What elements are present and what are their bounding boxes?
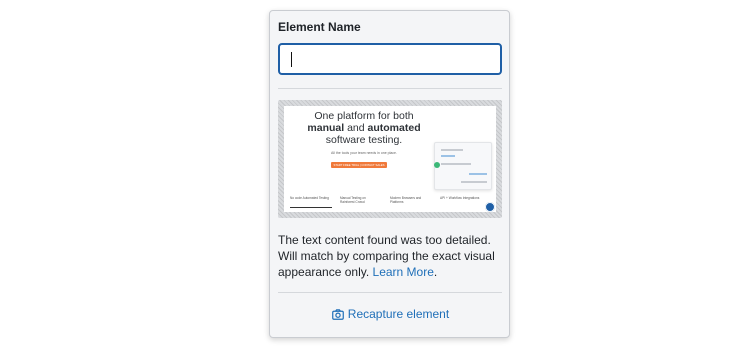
match-info-text: The text content found was too detailed.…: [278, 232, 506, 280]
thumb-active-tab-underline: [290, 207, 332, 208]
recapture-label: Recapture element: [347, 307, 450, 321]
thumb-cta: START FREE TRIAL | CONTACT SALES: [331, 162, 387, 168]
mock-line: [441, 149, 463, 151]
thumb-word-automated: automated: [367, 122, 421, 134]
thumb-subline: All the tools your team needs in one pla…: [331, 151, 397, 155]
recapture-element-button[interactable]: Recapture element: [270, 307, 511, 323]
thumb-headline-2: manual and automated: [284, 122, 444, 134]
thumb-tab: Manual Testing on Rainforest Crowd: [340, 196, 366, 204]
thumb-chat-icon: [485, 202, 495, 212]
thumb-word-manual: manual: [307, 122, 345, 134]
mock-line: [441, 155, 455, 157]
element-screenshot-thumbnail: One platform for both manual and automat…: [278, 100, 502, 218]
mock-line: [441, 163, 471, 165]
thumb-tab: Modern Browsers and Platforms: [390, 196, 422, 204]
thumb-tab: API + Workflow Integrations: [440, 196, 480, 200]
divider-top: [278, 88, 502, 89]
mock-line: [461, 181, 487, 183]
divider-bottom: [278, 292, 502, 293]
element-panel: Element Name One platform for both manua…: [269, 10, 510, 338]
thumb-check-icon: [434, 162, 440, 168]
element-name-input[interactable]: [278, 43, 502, 75]
thumb-headline-1: One platform for both: [314, 110, 414, 122]
element-name-label: Element Name: [278, 20, 361, 34]
thumb-word-and: and: [344, 122, 368, 134]
thumb-product-mockup: [434, 142, 492, 190]
thumbnail-page: One platform for both manual and automat…: [284, 106, 496, 212]
thumb-tab: No code Automated Testing: [290, 196, 329, 200]
mock-line: [469, 173, 487, 175]
info-period: .: [433, 265, 438, 279]
thumb-headline-3: software testing.: [325, 134, 403, 146]
text-caret: [291, 52, 292, 67]
learn-more-link[interactable]: Learn More: [373, 265, 434, 279]
camera-icon: [331, 309, 344, 323]
